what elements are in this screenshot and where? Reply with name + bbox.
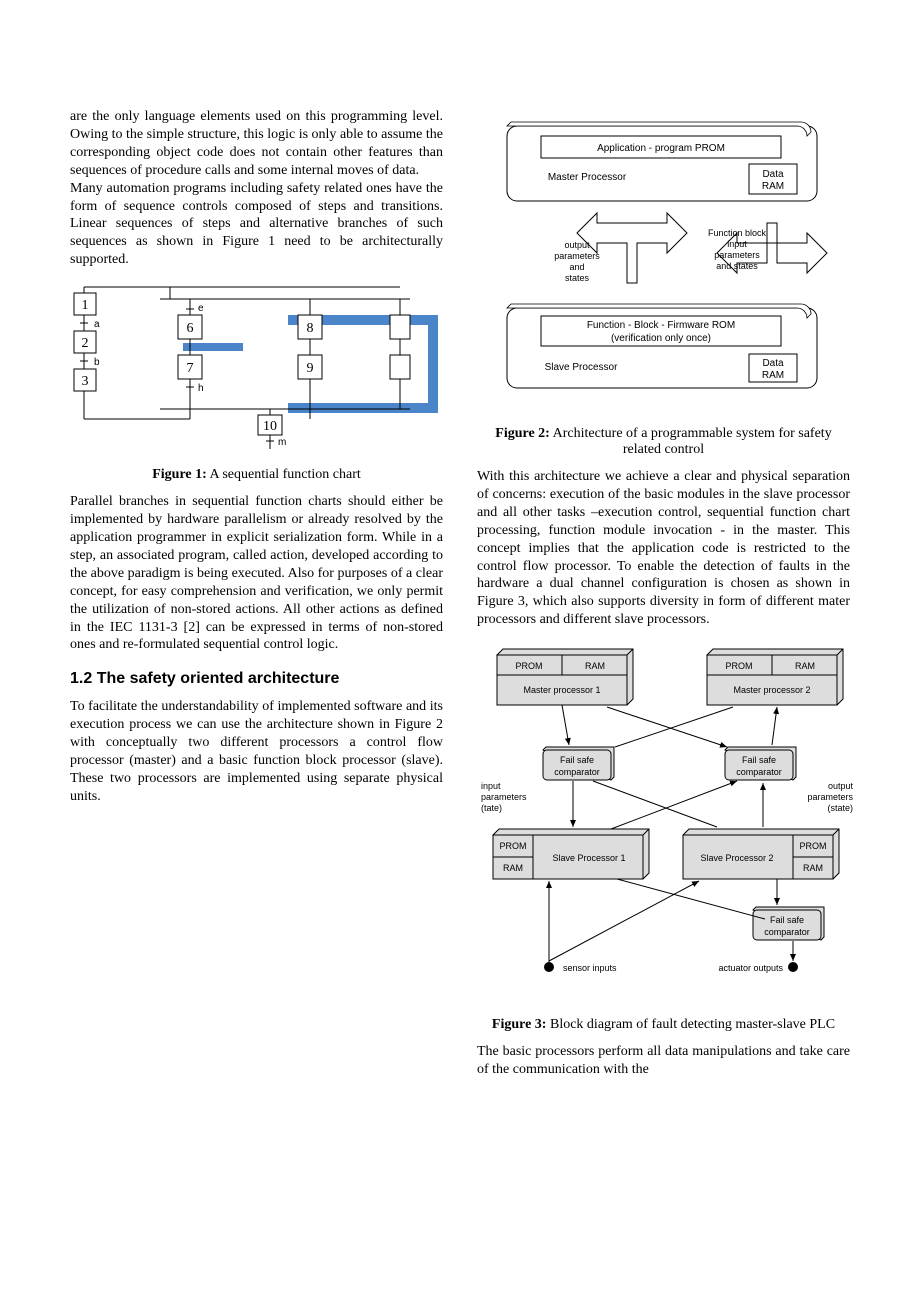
para-parallel: Parallel branches in sequential function…	[70, 493, 443, 654]
svg-text:8: 8	[307, 321, 314, 336]
svg-text:2: 2	[82, 336, 89, 351]
svg-text:RAM: RAM	[585, 661, 605, 671]
svg-text:Application - program PROM: Application - program PROM	[597, 143, 725, 154]
svg-text:input: input	[727, 239, 747, 249]
figure-1-caption: Figure 1: A sequential function chart	[70, 467, 443, 483]
svg-text:Master Processor: Master Processor	[548, 172, 627, 183]
svg-text:Master processor 1: Master processor 1	[523, 685, 600, 695]
svg-text:6: 6	[187, 321, 194, 336]
svg-text:1: 1	[82, 298, 89, 313]
svg-text:RAM: RAM	[503, 863, 523, 873]
para-arch: To facilitate the understandability of i…	[70, 698, 443, 805]
svg-text:RAM: RAM	[795, 661, 815, 671]
figure-2-caption: Figure 2: Architecture of a programmable…	[477, 426, 850, 458]
svg-text:sensor inputs: sensor inputs	[563, 963, 617, 973]
para-arch-2: With this architecture we achieve a clea…	[477, 468, 850, 629]
para-basic-proc: The basic processors perform all data ma…	[477, 1043, 850, 1079]
svg-text:Master processor 2: Master processor 2	[733, 685, 810, 695]
svg-text:h: h	[198, 383, 204, 394]
svg-text:PROM: PROM	[516, 661, 543, 671]
svg-text:parameters: parameters	[481, 792, 527, 802]
svg-text:(tate): (tate)	[481, 803, 502, 813]
svg-text:output: output	[828, 781, 854, 791]
svg-text:Fail safe: Fail safe	[560, 755, 594, 765]
svg-text:PROM: PROM	[500, 841, 527, 851]
svg-text:Fail safe: Fail safe	[770, 915, 804, 925]
svg-text:PROM: PROM	[800, 841, 827, 851]
figure-2: Application - program PROM Master Proces…	[477, 108, 850, 458]
svg-text:Function - Block - Firmware R: Function - Block - Firmware ROM	[587, 320, 735, 331]
svg-text:and states: and states	[716, 261, 758, 271]
svg-text:Fail safe: Fail safe	[742, 755, 776, 765]
figure-1: 1 a 2 b 3 e 6 7 h	[70, 279, 443, 483]
svg-text:PROM: PROM	[726, 661, 753, 671]
block-diagram: PROM RAM Master processor 1 PROM RAM Mas…	[477, 639, 857, 1009]
svg-text:9: 9	[307, 361, 314, 376]
svg-text:10: 10	[263, 419, 277, 434]
svg-text:Slave Processor 2: Slave Processor 2	[700, 853, 773, 863]
svg-text:parameters: parameters	[714, 250, 760, 260]
svg-text:Function block: Function block	[708, 228, 767, 238]
svg-text:input: input	[481, 781, 501, 791]
architecture-diagram: Application - program PROM Master Proces…	[477, 108, 847, 418]
svg-text:parameters: parameters	[807, 792, 853, 802]
svg-text:output: output	[564, 240, 590, 250]
svg-text:7: 7	[187, 361, 194, 376]
svg-text:RAM: RAM	[762, 370, 784, 381]
svg-text:RAM: RAM	[762, 181, 784, 192]
svg-text:b: b	[94, 357, 100, 368]
figure-3-caption: Figure 3: Block diagram of fault detecti…	[477, 1017, 850, 1033]
svg-text:a: a	[94, 319, 100, 330]
svg-text:states: states	[565, 273, 590, 283]
svg-text:comparator: comparator	[554, 767, 600, 777]
svg-text:Data: Data	[762, 169, 784, 180]
figure-3: PROM RAM Master processor 1 PROM RAM Mas…	[477, 639, 850, 1033]
sfc-diagram: 1 a 2 b 3 e 6 7 h	[70, 279, 440, 459]
para-intro-1: are the only language elements used on t…	[70, 108, 443, 180]
svg-text:parameters: parameters	[554, 251, 600, 261]
section-1-2-heading: 1.2 The safety oriented architecture	[70, 670, 443, 688]
svg-text:and: and	[569, 262, 584, 272]
svg-text:Data: Data	[762, 358, 784, 369]
svg-text:RAM: RAM	[803, 863, 823, 873]
para-intro-2: Many automation programs including safet…	[70, 180, 443, 270]
svg-text:Slave Processor: Slave Processor	[545, 362, 618, 373]
svg-text:(verification only once): (verification only once)	[611, 333, 711, 344]
svg-text:comparator: comparator	[736, 767, 782, 777]
svg-text:m: m	[278, 437, 286, 448]
svg-text:e: e	[198, 303, 204, 314]
svg-text:comparator: comparator	[764, 927, 810, 937]
svg-text:actuator outputs: actuator outputs	[718, 963, 783, 973]
svg-text:3: 3	[82, 374, 89, 389]
svg-text:Slave Processor 1: Slave Processor 1	[552, 853, 625, 863]
svg-text:(state): (state)	[827, 803, 853, 813]
